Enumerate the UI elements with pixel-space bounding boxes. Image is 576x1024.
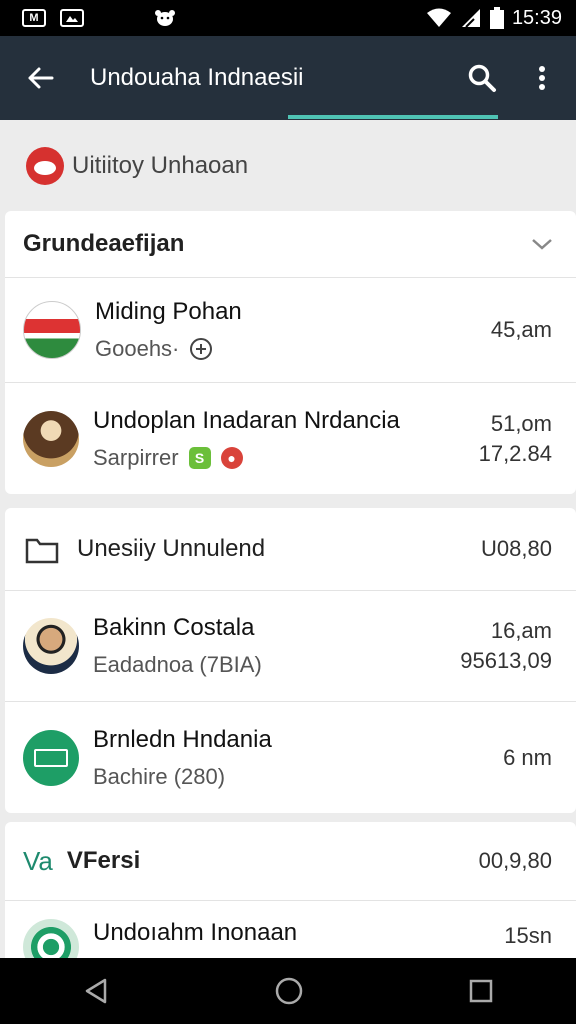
navigation-bar bbox=[0, 958, 576, 1024]
nav-back-icon[interactable] bbox=[81, 976, 111, 1006]
nav-recents-icon[interactable] bbox=[467, 977, 495, 1005]
item-time: 6 nm bbox=[503, 745, 552, 770]
chevron-down-icon[interactable] bbox=[530, 236, 554, 252]
item-title: Bakinn Costala bbox=[93, 614, 255, 641]
item-title: Brnledn Hndania bbox=[93, 726, 272, 753]
nav-home-icon[interactable] bbox=[274, 976, 304, 1006]
portrait-avatar bbox=[23, 411, 79, 467]
status-time: 15:39 bbox=[511, 6, 562, 29]
status-bar: M 15:39 bbox=[0, 0, 576, 36]
tab-indicator bbox=[288, 115, 498, 119]
subheader: Uitiitoy Unhaoan bbox=[0, 121, 576, 211]
bear-icon bbox=[155, 10, 175, 26]
item-time: 51,om bbox=[490, 411, 552, 436]
red-circle-icon: ● bbox=[220, 447, 243, 469]
section-card-2: Unesiiy Unnulend U08,80 Bakinn Costala E… bbox=[5, 508, 576, 813]
bank-logo-icon bbox=[23, 730, 79, 786]
search-icon[interactable] bbox=[462, 58, 502, 98]
back-arrow-icon[interactable] bbox=[20, 58, 60, 98]
signal-icon bbox=[461, 9, 480, 28]
item-subtitle: Bachire (280) bbox=[93, 764, 226, 789]
list-item[interactable]: Miding Pohan Gooehs· 45,am bbox=[5, 278, 576, 383]
gmail-icon: M bbox=[22, 9, 46, 27]
section-prefix: Va bbox=[23, 845, 53, 876]
photos-icon bbox=[60, 9, 84, 27]
item-title: Undoplan Inadaran Nrdancia bbox=[93, 407, 400, 434]
section-value: U08,80 bbox=[481, 536, 552, 561]
list-item[interactable]: Brnledn Hndania Bachire (280) 6 nm bbox=[5, 702, 576, 813]
green-app-icon: S bbox=[188, 447, 211, 469]
app-bar: Undouaha Indnaesii bbox=[0, 36, 576, 120]
more-vert-icon[interactable] bbox=[532, 58, 552, 98]
list-item[interactable]: Undoplan Inadaran Nrdancia Sarpirrer S ●… bbox=[5, 383, 576, 494]
item-title: Miding Pohan bbox=[95, 298, 242, 325]
section-card-1: Grundeaefijan Miding Pohan Gooehs· 45,am… bbox=[5, 211, 576, 494]
subheader-title: Uitiitoy Unhaoan bbox=[72, 152, 249, 179]
item-amount: 95613,09 bbox=[460, 648, 552, 673]
list-item[interactable]: Undoıahm Inonaan 15sn bbox=[5, 901, 576, 958]
item-subtitle: Eadadnoa (7BIA) bbox=[93, 652, 262, 677]
section-card-3: Va VFersi 00,9,80 Undoıahm Inonaan 15sn bbox=[5, 822, 576, 958]
section-title: Grundeaefijan bbox=[23, 230, 185, 257]
item-time: 16,am bbox=[490, 618, 552, 643]
battery-icon bbox=[489, 7, 504, 29]
item-subtitle: Sarpirrer bbox=[93, 445, 179, 470]
item-subtitle: Gooehs· bbox=[95, 336, 180, 361]
section-header-2[interactable]: Unesiiy Unnulend U08,80 bbox=[5, 508, 576, 591]
list-item[interactable]: Bakinn Costala Eadadnoa (7BIA) 16,am 956… bbox=[5, 591, 576, 702]
folder-icon bbox=[25, 538, 59, 564]
section-header-1[interactable]: Grundeaefijan bbox=[5, 211, 576, 278]
flag-avatar-icon bbox=[23, 301, 81, 359]
add-circle-icon[interactable] bbox=[189, 337, 213, 361]
section-title: VFersi bbox=[66, 847, 141, 874]
item-time: 45,am bbox=[490, 317, 552, 342]
item-title: Undoıahm Inonaan bbox=[93, 919, 298, 946]
section-value: 00,9,80 bbox=[478, 848, 552, 873]
item-amount: 17,2.84 bbox=[478, 441, 552, 466]
brand-logo-icon bbox=[26, 147, 64, 185]
wifi-icon bbox=[426, 8, 451, 27]
section-header-3[interactable]: Va VFersi 00,9,80 bbox=[5, 822, 576, 901]
app-title: Undouaha Indnaesii bbox=[90, 64, 304, 91]
item-time: 15sn bbox=[504, 923, 552, 948]
section-title: Unesiiy Unnulend bbox=[77, 535, 266, 562]
target-logo-icon bbox=[23, 919, 79, 958]
person-avatar bbox=[23, 618, 79, 674]
